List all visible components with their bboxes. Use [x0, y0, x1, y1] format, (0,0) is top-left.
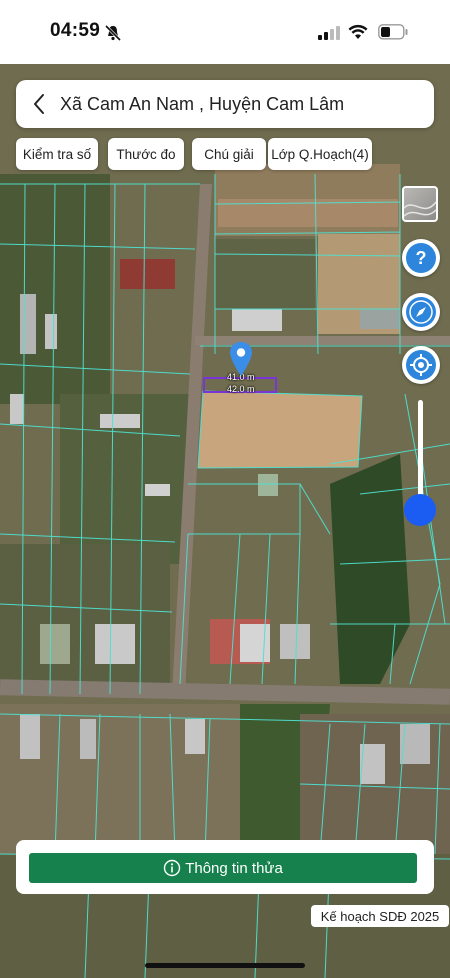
svg-text:?: ?: [416, 248, 427, 268]
compass-button[interactable]: [402, 293, 440, 331]
location-title: Xã Cam An Nam , Huyện Cam Lâm: [60, 93, 345, 114]
compass-icon: [406, 297, 436, 327]
locate-button[interactable]: [402, 346, 440, 384]
battery-icon: [378, 24, 408, 40]
parcel-info-label: Thông tin thửa: [185, 859, 283, 877]
info-icon: [163, 859, 181, 877]
question-icon: ?: [406, 243, 436, 273]
location-header[interactable]: Xã Cam An Nam , Huyện Cam Lâm: [16, 80, 434, 128]
chevron-left-icon[interactable]: [24, 80, 54, 128]
home-indicator[interactable]: [145, 963, 305, 968]
plan-year-badge[interactable]: Kế hoạch SDĐ 2025: [311, 905, 449, 927]
planning-layer-button[interactable]: Lớp Q.Hoạch(4): [268, 138, 372, 170]
status-time: 04:59: [50, 20, 101, 41]
help-button[interactable]: ?: [402, 239, 440, 277]
status-bar: 04:59: [0, 0, 450, 64]
parcel-info-button[interactable]: Thông tin thửa: [29, 853, 417, 883]
opacity-slider-knob[interactable]: [404, 494, 436, 526]
location-marker-icon[interactable]: [229, 341, 253, 377]
legend-button[interactable]: Chú giải: [192, 138, 266, 170]
bottom-panel: Thông tin thửa: [16, 840, 434, 894]
check-number-button[interactable]: Kiểm tra số: [16, 138, 98, 170]
locate-icon: [406, 350, 436, 380]
wifi-icon: [348, 24, 368, 39]
signal-icon: [318, 26, 340, 40]
measure-label-bottom: 42.0 m: [227, 384, 255, 394]
bell-slash-icon: [104, 24, 122, 42]
satellite-layer-icon[interactable]: [402, 186, 438, 222]
measure-tool-button[interactable]: Thước đo: [108, 138, 184, 170]
